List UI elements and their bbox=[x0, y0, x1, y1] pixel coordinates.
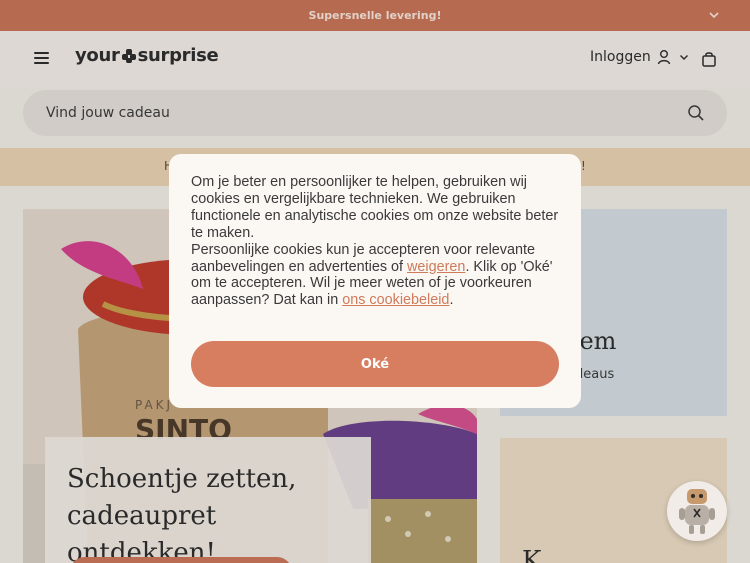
refuse-link[interactable]: weigeren bbox=[407, 259, 465, 275]
robot-illustration bbox=[679, 489, 715, 534]
chat-robot-icon[interactable] bbox=[667, 481, 727, 541]
cookie-text: Om je beter en persoonlijker te helpen, … bbox=[191, 174, 559, 309]
cookie-text-1: Om je beter en persoonlijker te helpen, … bbox=[191, 174, 559, 241]
cookie-consent-dialog: Om je beter en persoonlijker te helpen, … bbox=[169, 154, 581, 408]
cookie-text-2c: . bbox=[449, 292, 454, 309]
accept-cookies-button[interactable]: Oké bbox=[191, 341, 559, 387]
cookie-policy-link[interactable]: ons cookiebeleid bbox=[342, 292, 449, 308]
